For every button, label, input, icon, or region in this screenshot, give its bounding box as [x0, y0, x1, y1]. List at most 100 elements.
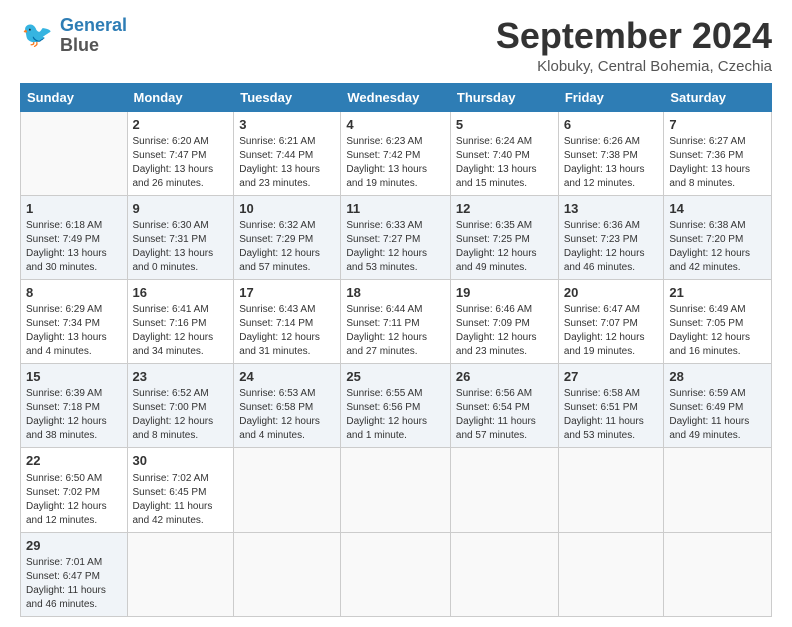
calendar-cell: 2Sunrise: 6:20 AM Sunset: 7:47 PM Daylig…	[127, 111, 234, 195]
day-info: Sunrise: 6:49 AM Sunset: 7:05 PM Dayligh…	[669, 303, 766, 359]
day-number: 23	[133, 368, 229, 386]
logo-icon: 🐦	[20, 18, 56, 54]
day-number: 7	[669, 116, 766, 134]
calendar-cell: 23Sunrise: 6:52 AM Sunset: 7:00 PM Dayli…	[127, 364, 234, 448]
day-number: 27	[564, 368, 659, 386]
calendar-cell: 12Sunrise: 6:35 AM Sunset: 7:25 PM Dayli…	[450, 195, 558, 279]
day-number: 16	[133, 284, 229, 302]
calendar-header-sunday: Sunday	[21, 83, 128, 111]
day-number: 3	[239, 116, 335, 134]
day-info: Sunrise: 6:32 AM Sunset: 7:29 PM Dayligh…	[239, 219, 335, 275]
location: Klobuky, Central Bohemia, Czechia	[496, 58, 772, 75]
calendar-cell	[558, 532, 664, 616]
day-info: Sunrise: 6:56 AM Sunset: 6:54 PM Dayligh…	[456, 387, 553, 443]
calendar-cell: 18Sunrise: 6:44 AM Sunset: 7:11 PM Dayli…	[341, 279, 451, 363]
day-info: Sunrise: 7:01 AM Sunset: 6:47 PM Dayligh…	[26, 556, 122, 612]
logo: 🐦 GeneralBlue	[20, 16, 127, 56]
calendar-cell: 20Sunrise: 6:47 AM Sunset: 7:07 PM Dayli…	[558, 279, 664, 363]
day-info: Sunrise: 6:24 AM Sunset: 7:40 PM Dayligh…	[456, 135, 553, 191]
logo-text: GeneralBlue	[60, 16, 127, 56]
calendar-week-row: 29Sunrise: 7:01 AM Sunset: 6:47 PM Dayli…	[21, 532, 772, 616]
day-number: 14	[669, 200, 766, 218]
day-info: Sunrise: 6:18 AM Sunset: 7:49 PM Dayligh…	[26, 219, 122, 275]
day-number: 24	[239, 368, 335, 386]
day-number: 28	[669, 368, 766, 386]
calendar-cell: 17Sunrise: 6:43 AM Sunset: 7:14 PM Dayli…	[234, 279, 341, 363]
calendar-cell: 10Sunrise: 6:32 AM Sunset: 7:29 PM Dayli…	[234, 195, 341, 279]
calendar-header-tuesday: Tuesday	[234, 83, 341, 111]
day-info: Sunrise: 6:52 AM Sunset: 7:00 PM Dayligh…	[133, 387, 229, 443]
day-info: Sunrise: 6:55 AM Sunset: 6:56 PM Dayligh…	[346, 387, 445, 443]
calendar-cell: 21Sunrise: 6:49 AM Sunset: 7:05 PM Dayli…	[664, 279, 772, 363]
day-number: 5	[456, 116, 553, 134]
calendar-week-row: 8Sunrise: 6:29 AM Sunset: 7:34 PM Daylig…	[21, 279, 772, 363]
calendar-cell	[450, 448, 558, 532]
title-block: September 2024 Klobuky, Central Bohemia,…	[496, 16, 772, 75]
calendar-cell: 3Sunrise: 6:21 AM Sunset: 7:44 PM Daylig…	[234, 111, 341, 195]
calendar-cell	[234, 532, 341, 616]
day-number: 29	[26, 537, 122, 555]
day-info: Sunrise: 6:23 AM Sunset: 7:42 PM Dayligh…	[346, 135, 445, 191]
calendar-header-saturday: Saturday	[664, 83, 772, 111]
calendar-cell	[234, 448, 341, 532]
calendar-cell: 22Sunrise: 6:50 AM Sunset: 7:02 PM Dayli…	[21, 448, 128, 532]
month-title: September 2024	[496, 16, 772, 56]
day-number: 25	[346, 368, 445, 386]
calendar: SundayMondayTuesdayWednesdayThursdayFrid…	[20, 83, 772, 617]
calendar-header-row: SundayMondayTuesdayWednesdayThursdayFrid…	[21, 83, 772, 111]
day-info: Sunrise: 6:29 AM Sunset: 7:34 PM Dayligh…	[26, 303, 122, 359]
day-number: 12	[456, 200, 553, 218]
calendar-cell: 30Sunrise: 7:02 AM Sunset: 6:45 PM Dayli…	[127, 448, 234, 532]
day-number: 26	[456, 368, 553, 386]
day-info: Sunrise: 6:43 AM Sunset: 7:14 PM Dayligh…	[239, 303, 335, 359]
calendar-cell: 9Sunrise: 6:30 AM Sunset: 7:31 PM Daylig…	[127, 195, 234, 279]
calendar-cell	[664, 532, 772, 616]
calendar-cell	[21, 111, 128, 195]
calendar-week-row: 15Sunrise: 6:39 AM Sunset: 7:18 PM Dayli…	[21, 364, 772, 448]
calendar-cell: 15Sunrise: 6:39 AM Sunset: 7:18 PM Dayli…	[21, 364, 128, 448]
day-info: Sunrise: 6:50 AM Sunset: 7:02 PM Dayligh…	[26, 472, 122, 528]
day-info: Sunrise: 6:46 AM Sunset: 7:09 PM Dayligh…	[456, 303, 553, 359]
day-info: Sunrise: 6:47 AM Sunset: 7:07 PM Dayligh…	[564, 303, 659, 359]
day-info: Sunrise: 6:38 AM Sunset: 7:20 PM Dayligh…	[669, 219, 766, 275]
day-info: Sunrise: 6:35 AM Sunset: 7:25 PM Dayligh…	[456, 219, 553, 275]
calendar-cell: 25Sunrise: 6:55 AM Sunset: 6:56 PM Dayli…	[341, 364, 451, 448]
calendar-cell: 28Sunrise: 6:59 AM Sunset: 6:49 PM Dayli…	[664, 364, 772, 448]
day-number: 18	[346, 284, 445, 302]
day-number: 19	[456, 284, 553, 302]
day-number: 11	[346, 200, 445, 218]
calendar-header-wednesday: Wednesday	[341, 83, 451, 111]
calendar-header-friday: Friday	[558, 83, 664, 111]
calendar-cell: 1Sunrise: 6:18 AM Sunset: 7:49 PM Daylig…	[21, 195, 128, 279]
calendar-week-row: 22Sunrise: 6:50 AM Sunset: 7:02 PM Dayli…	[21, 448, 772, 532]
calendar-week-row: 2Sunrise: 6:20 AM Sunset: 7:47 PM Daylig…	[21, 111, 772, 195]
day-info: Sunrise: 6:39 AM Sunset: 7:18 PM Dayligh…	[26, 387, 122, 443]
day-info: Sunrise: 6:36 AM Sunset: 7:23 PM Dayligh…	[564, 219, 659, 275]
day-number: 10	[239, 200, 335, 218]
day-number: 17	[239, 284, 335, 302]
day-number: 4	[346, 116, 445, 134]
calendar-cell	[558, 448, 664, 532]
calendar-cell	[127, 532, 234, 616]
calendar-cell: 5Sunrise: 6:24 AM Sunset: 7:40 PM Daylig…	[450, 111, 558, 195]
calendar-cell: 24Sunrise: 6:53 AM Sunset: 6:58 PM Dayli…	[234, 364, 341, 448]
day-number: 15	[26, 368, 122, 386]
calendar-cell	[341, 532, 451, 616]
calendar-week-row: 1Sunrise: 6:18 AM Sunset: 7:49 PM Daylig…	[21, 195, 772, 279]
calendar-cell: 19Sunrise: 6:46 AM Sunset: 7:09 PM Dayli…	[450, 279, 558, 363]
day-number: 21	[669, 284, 766, 302]
calendar-cell: 11Sunrise: 6:33 AM Sunset: 7:27 PM Dayli…	[341, 195, 451, 279]
svg-text:🐦: 🐦	[22, 21, 53, 49]
day-info: Sunrise: 6:21 AM Sunset: 7:44 PM Dayligh…	[239, 135, 335, 191]
calendar-header-monday: Monday	[127, 83, 234, 111]
day-info: Sunrise: 6:41 AM Sunset: 7:16 PM Dayligh…	[133, 303, 229, 359]
calendar-cell	[664, 448, 772, 532]
calendar-cell: 6Sunrise: 6:26 AM Sunset: 7:38 PM Daylig…	[558, 111, 664, 195]
day-info: Sunrise: 7:02 AM Sunset: 6:45 PM Dayligh…	[133, 472, 229, 528]
calendar-cell: 13Sunrise: 6:36 AM Sunset: 7:23 PM Dayli…	[558, 195, 664, 279]
day-number: 9	[133, 200, 229, 218]
calendar-cell: 7Sunrise: 6:27 AM Sunset: 7:36 PM Daylig…	[664, 111, 772, 195]
calendar-cell	[341, 448, 451, 532]
calendar-cell: 4Sunrise: 6:23 AM Sunset: 7:42 PM Daylig…	[341, 111, 451, 195]
day-info: Sunrise: 6:30 AM Sunset: 7:31 PM Dayligh…	[133, 219, 229, 275]
